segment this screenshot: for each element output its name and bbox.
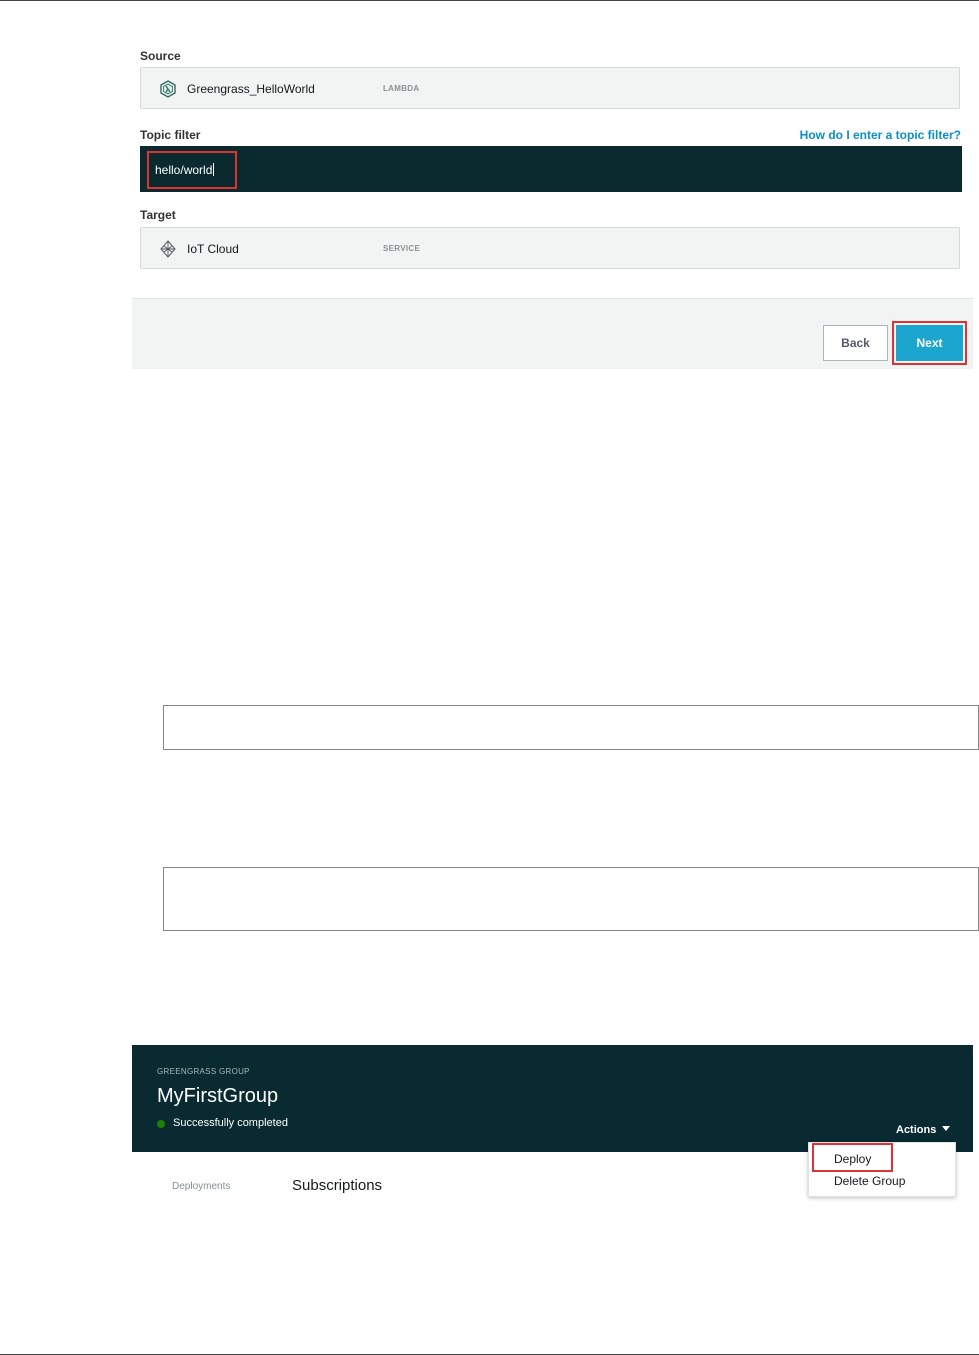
target-label: Target <box>140 208 176 222</box>
back-button[interactable]: Back <box>823 325 888 361</box>
topic-filter-help-link[interactable]: How do I enter a topic filter? <box>800 128 961 142</box>
topic-filter-input[interactable]: hello/world <box>140 146 962 192</box>
group-title: MyFirstGroup <box>157 1085 279 1107</box>
actions-dropdown: Deploy Delete Group <box>808 1142 956 1197</box>
tab-subscriptions[interactable]: Subscriptions <box>292 1177 382 1194</box>
target-name: IoT Cloud <box>187 242 239 256</box>
group-status: Successfully completed <box>173 1117 288 1129</box>
next-button[interactable]: Next <box>896 325 963 361</box>
top-rule <box>0 0 979 1</box>
source-name: Greengrass_HelloWorld <box>187 82 315 96</box>
caret-down-icon <box>942 1126 951 1131</box>
menu-item-delete-group[interactable]: Delete Group <box>834 1174 905 1188</box>
code-block-2 <box>163 867 979 931</box>
status-ok-icon <box>157 1120 165 1128</box>
lambda-icon <box>160 80 176 98</box>
actions-menu-button[interactable]: Actions <box>896 1124 951 1136</box>
group-eyebrow: GREENGRASS GROUP <box>157 1067 250 1076</box>
menu-item-deploy[interactable]: Deploy <box>834 1152 871 1166</box>
topic-filter-value: hello/world <box>155 163 215 177</box>
source-label: Source <box>140 49 181 63</box>
target-kind: SERVICE <box>383 244 421 253</box>
source-kind: LAMBDA <box>383 84 420 93</box>
source-field[interactable]: Greengrass_HelloWorld LAMBDA <box>140 67 960 109</box>
target-field[interactable]: IoT Cloud SERVICE <box>140 227 960 269</box>
iot-cloud-icon <box>160 240 176 258</box>
group-header: GREENGRASS GROUP MyFirstGroup Successful… <box>132 1045 973 1152</box>
code-block-1 <box>163 705 979 750</box>
topic-filter-label: Topic filter <box>140 128 201 142</box>
tab-deployments[interactable]: Deployments <box>172 1181 230 1192</box>
text-caret <box>213 163 215 176</box>
